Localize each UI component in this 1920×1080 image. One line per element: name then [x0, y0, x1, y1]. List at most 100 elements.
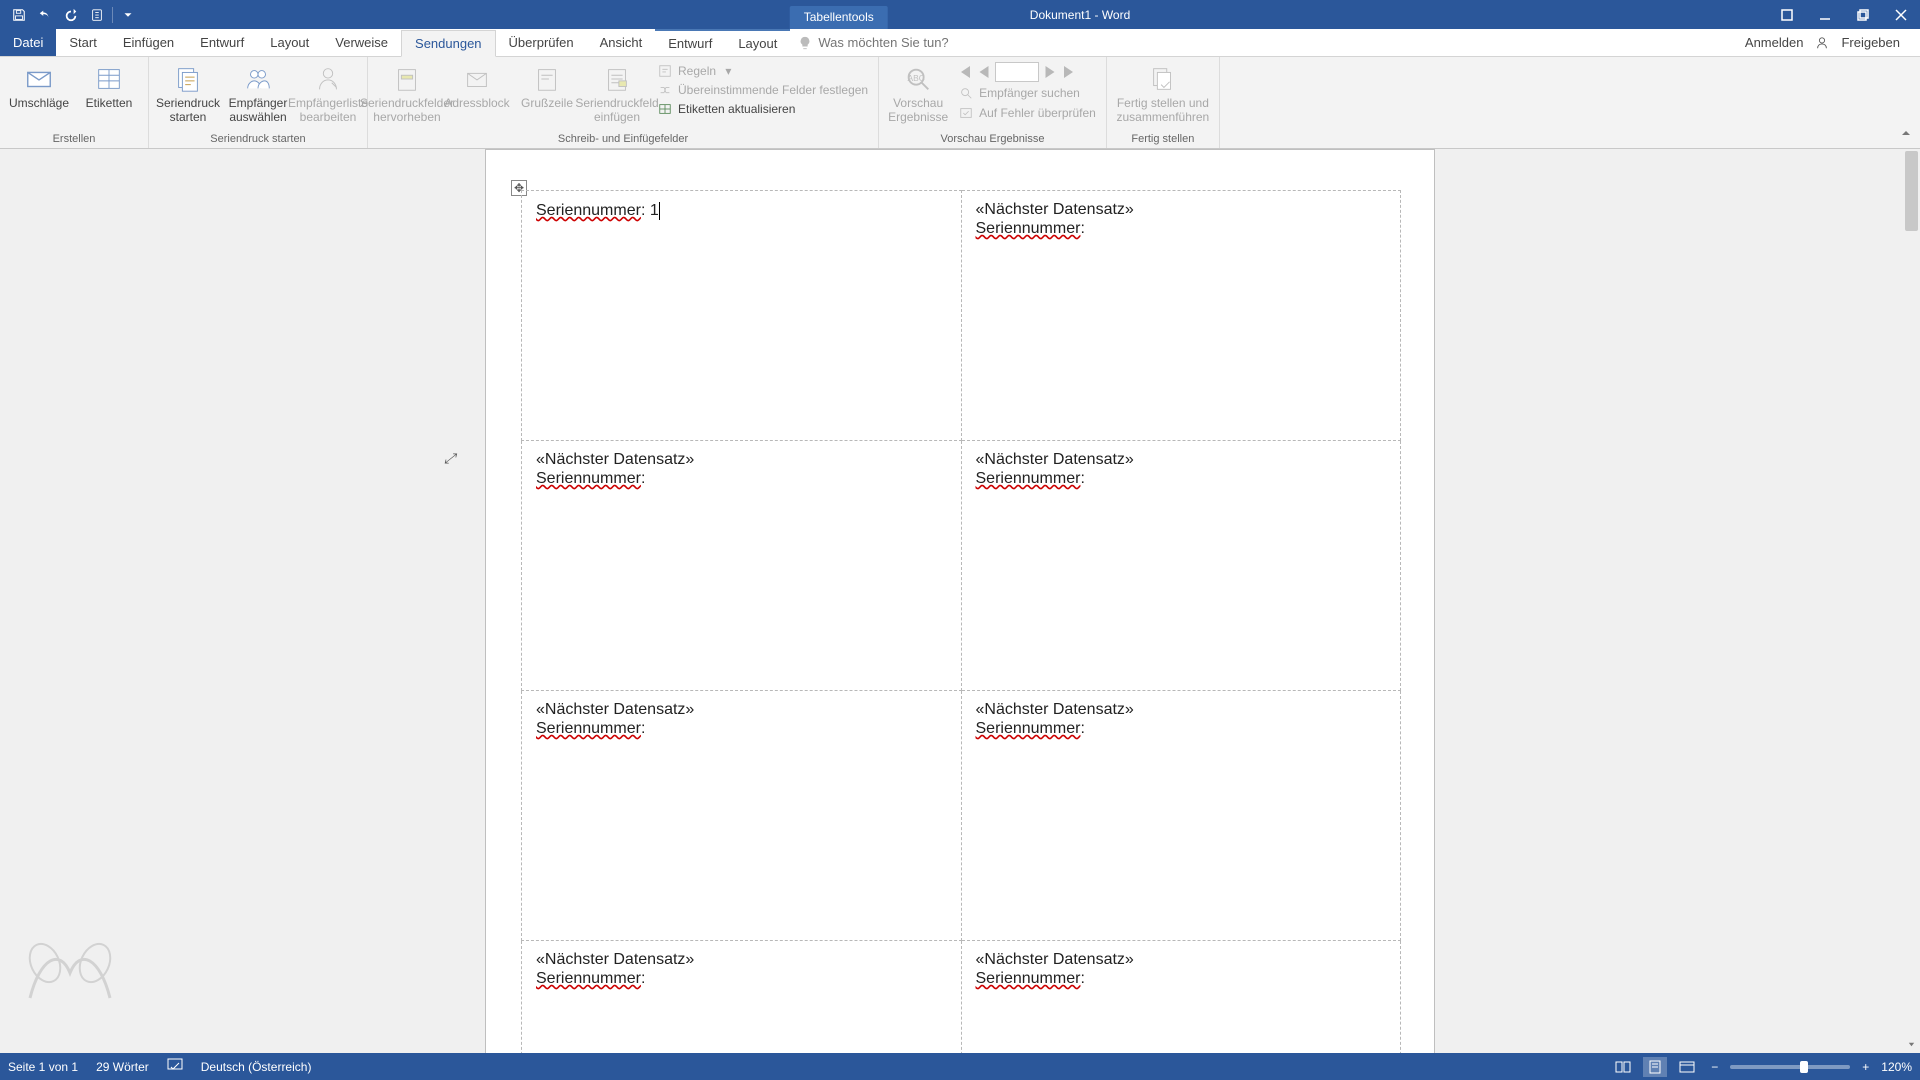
group-preview-label: Vorschau Ergebnisse — [885, 131, 1100, 148]
label-cell[interactable]: «Nächster Datensatz» Seriennummer: — [522, 941, 962, 1054]
qat-customize-button[interactable] — [115, 3, 141, 27]
zoom-slider-handle[interactable] — [1800, 1061, 1808, 1073]
find-recipient-button: Empfänger suchen — [955, 84, 1100, 102]
update-labels-button[interactable]: Etiketten aktualisieren — [654, 100, 872, 118]
tab-file[interactable]: Datei — [0, 29, 56, 56]
minimize-button[interactable] — [1806, 0, 1844, 29]
serien-label: Seriennummer — [976, 720, 1081, 737]
zoom-in-button[interactable]: + — [1858, 1060, 1873, 1074]
finish-icon — [1147, 63, 1179, 95]
search-icon — [959, 86, 973, 100]
envelopes-button[interactable]: Umschläge — [6, 60, 72, 111]
update-labels-label: Etiketten aktualisieren — [678, 102, 795, 116]
address-block-label: Adressblock — [444, 97, 509, 111]
edit-recipient-list-button: Empfängerliste bearbeiten — [295, 60, 361, 125]
collapse-ribbon-button[interactable] — [1900, 126, 1912, 144]
tab-references[interactable]: Verweise — [322, 29, 401, 56]
serien-label: Seriennummer — [976, 970, 1081, 987]
update-labels-icon — [658, 102, 672, 116]
tab-layout[interactable]: Layout — [257, 29, 322, 56]
label-cell[interactable]: «Nächster Datensatz» Seriennummer: — [961, 441, 1401, 691]
title-center: Tabellentools Dokument1 - Word — [790, 3, 1131, 26]
insert-field-icon — [601, 63, 633, 95]
tab-review[interactable]: Überprüfen — [496, 29, 587, 56]
label-cell[interactable]: «Nächster Datensatz» Seriennummer: — [961, 191, 1401, 441]
serien-label: Seriennummer — [536, 720, 641, 737]
redo-button[interactable] — [58, 3, 84, 27]
select-recipients-button[interactable]: Empfänger auswählen — [225, 60, 291, 125]
preview-icon: ABC — [902, 63, 934, 95]
tab-table-design[interactable]: Entwurf — [655, 29, 725, 56]
match-fields-button: Übereinstimmende Felder festlegen — [654, 81, 872, 99]
share-button[interactable]: Freigeben — [1835, 35, 1906, 50]
tab-design[interactable]: Entwurf — [187, 29, 257, 56]
label-cell[interactable]: «Nächster Datensatz» Seriennummer: — [522, 441, 962, 691]
next-record-button — [1041, 63, 1059, 81]
context-tab-label: Tabellentools — [790, 6, 888, 29]
rules-button: Regeln ▾ — [654, 62, 872, 80]
undo-button[interactable] — [32, 3, 58, 27]
zoom-out-button[interactable]: − — [1707, 1060, 1722, 1074]
ribbon-display-options-button[interactable] — [1768, 0, 1806, 29]
label-cell[interactable]: Seriennummer: 1 — [522, 191, 962, 441]
highlight-fields-label: Seriendruckfelder hervorheben — [360, 97, 454, 125]
save-button[interactable] — [6, 3, 32, 27]
insert-merge-field-button: Seriendruckfeld einfügen — [584, 60, 650, 125]
tell-me-box[interactable] — [790, 29, 1046, 56]
vertical-scrollbar[interactable] — [1903, 149, 1920, 1053]
language-indicator[interactable]: Deutsch (Österreich) — [201, 1060, 312, 1074]
group-start-merge-label: Seriendruck starten — [155, 131, 361, 148]
group-write-insert-label: Schreib- und Einfügefelder — [374, 131, 872, 148]
zoom-level[interactable]: 120% — [1881, 1060, 1912, 1074]
envelope-icon — [23, 63, 55, 95]
spellcheck-button[interactable] — [167, 1058, 183, 1075]
tab-table-layout[interactable]: Layout — [725, 29, 790, 56]
start-mail-merge-button[interactable]: Seriendruck starten — [155, 60, 221, 125]
find-recipient-label: Empfänger suchen — [979, 86, 1080, 100]
close-button[interactable] — [1882, 0, 1920, 29]
highlight-icon — [391, 63, 423, 95]
quick-access-toolbar — [0, 3, 141, 27]
text-cursor — [659, 202, 660, 220]
start-mail-merge-label: Seriendruck starten — [155, 97, 221, 125]
record-number-input[interactable] — [995, 62, 1039, 82]
label-cell[interactable]: «Nächster Datensatz» Seriennummer: — [522, 691, 962, 941]
spellcheck-icon — [167, 1058, 183, 1072]
match-icon — [658, 83, 672, 97]
tell-me-input[interactable] — [818, 35, 1038, 50]
finish-merge-label: Fertig stellen und zusammenführen — [1113, 97, 1213, 125]
read-mode-button[interactable] — [1611, 1057, 1635, 1077]
page[interactable]: ✥ ⤢ Seriennummer: 1 «Nächster Datensatz»… — [485, 149, 1435, 1053]
touch-mode-button[interactable] — [84, 3, 110, 27]
scroll-thumb[interactable] — [1905, 151, 1918, 231]
scroll-down-button[interactable] — [1903, 1036, 1920, 1053]
page-indicator[interactable]: Seite 1 von 1 — [8, 1060, 78, 1074]
group-create-label: Erstellen — [6, 131, 142, 148]
signin-link[interactable]: Anmelden — [1739, 35, 1810, 50]
document-workspace[interactable]: ✥ ⤢ Seriennummer: 1 «Nächster Datensatz»… — [0, 149, 1920, 1053]
insert-merge-field-label: Seriendruckfeld einfügen — [575, 97, 658, 125]
next-record-field: «Nächster Datensatz» — [536, 951, 947, 969]
restore-button[interactable] — [1844, 0, 1882, 29]
print-layout-button[interactable] — [1643, 1057, 1667, 1077]
zoom-slider[interactable] — [1730, 1065, 1850, 1069]
greeting-icon — [531, 63, 563, 95]
serien-value: 1 — [645, 202, 658, 219]
greeting-line-label: Grußzeile — [521, 97, 573, 111]
labels-button[interactable]: Etiketten — [76, 60, 142, 111]
check-errors-button: Auf Fehler überprüfen — [955, 104, 1100, 122]
web-layout-button[interactable] — [1675, 1057, 1699, 1077]
tab-insert[interactable]: Einfügen — [110, 29, 187, 56]
word-count[interactable]: 29 Wörter — [96, 1060, 149, 1074]
last-record-button — [1061, 63, 1079, 81]
tab-view[interactable]: Ansicht — [587, 29, 656, 56]
label-cell[interactable]: «Nächster Datensatz» Seriennummer: — [961, 691, 1401, 941]
next-record-field: «Nächster Datensatz» — [976, 201, 1387, 219]
label-cell[interactable]: «Nächster Datensatz» Seriennummer: — [961, 941, 1401, 1054]
check-errors-label: Auf Fehler überprüfen — [979, 106, 1096, 120]
labels-table[interactable]: Seriennummer: 1 «Nächster Datensatz» Ser… — [521, 190, 1401, 1053]
group-start-merge: Seriendruck starten Empfänger auswählen … — [149, 57, 368, 148]
tab-start[interactable]: Start — [56, 29, 109, 56]
address-block-icon — [461, 63, 493, 95]
tab-mailings[interactable]: Sendungen — [401, 30, 496, 57]
